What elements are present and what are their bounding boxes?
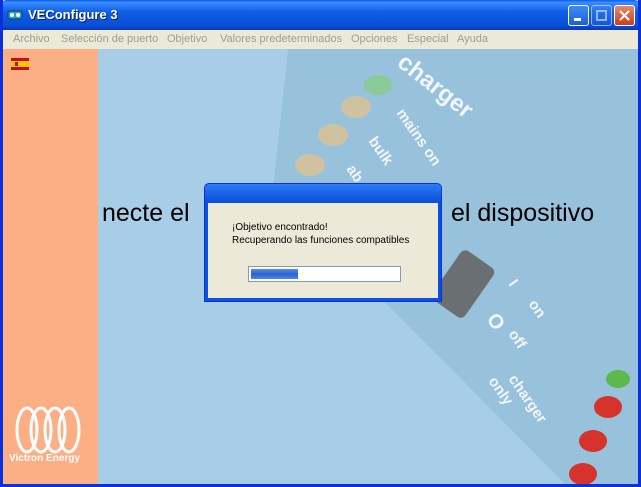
logo-text: Victron Energy	[9, 453, 80, 464]
menu-valores-predeterminados[interactable]: Valores predeterminados	[220, 33, 342, 45]
connect-text-left: necte el	[102, 199, 190, 227]
maximize-button[interactable]	[591, 5, 612, 26]
window-title: VEConfigure 3	[28, 7, 118, 22]
menu-opciones[interactable]: Opciones	[351, 33, 397, 45]
menu-objetivo[interactable]: Objetivo	[167, 33, 207, 45]
minimize-button[interactable]	[568, 5, 589, 26]
minimize-icon	[574, 18, 581, 21]
sidebar: Victron Energy	[3, 49, 98, 484]
progress-bar-fill	[251, 269, 298, 279]
dialog-title-bar[interactable]	[205, 184, 441, 202]
close-button[interactable]	[614, 5, 635, 26]
menu-ayuda[interactable]: Ayuda	[457, 33, 488, 45]
spain-flag-icon[interactable]	[11, 58, 29, 70]
main-window: VEConfigure 3 Archivo Selección de puert…	[0, 0, 641, 487]
menu-especial[interactable]: Especial	[407, 33, 449, 45]
dialog-message-2: Recuperando las funciones compatibles	[232, 235, 410, 246]
menu-bar: Archivo Selección de puerto Objetivo Val…	[3, 30, 638, 49]
progress-bar	[248, 266, 401, 282]
app-icon	[7, 10, 23, 20]
title-bar[interactable]: VEConfigure 3	[3, 0, 638, 30]
menu-archivo[interactable]: Archivo	[13, 33, 50, 45]
dialog-message-1: ¡Objetivo encontrado!	[232, 222, 328, 233]
close-icon	[619, 10, 630, 21]
maximize-icon	[596, 10, 607, 21]
menu-seleccion-de-puerto[interactable]: Selección de puerto	[61, 33, 158, 45]
connect-text-right: el dispositivo	[451, 199, 595, 227]
dialog-body: ¡Objetivo encontrado! Recuperando las fu…	[208, 203, 438, 298]
progress-dialog: ¡Objetivo encontrado! Recuperando las fu…	[204, 183, 442, 302]
